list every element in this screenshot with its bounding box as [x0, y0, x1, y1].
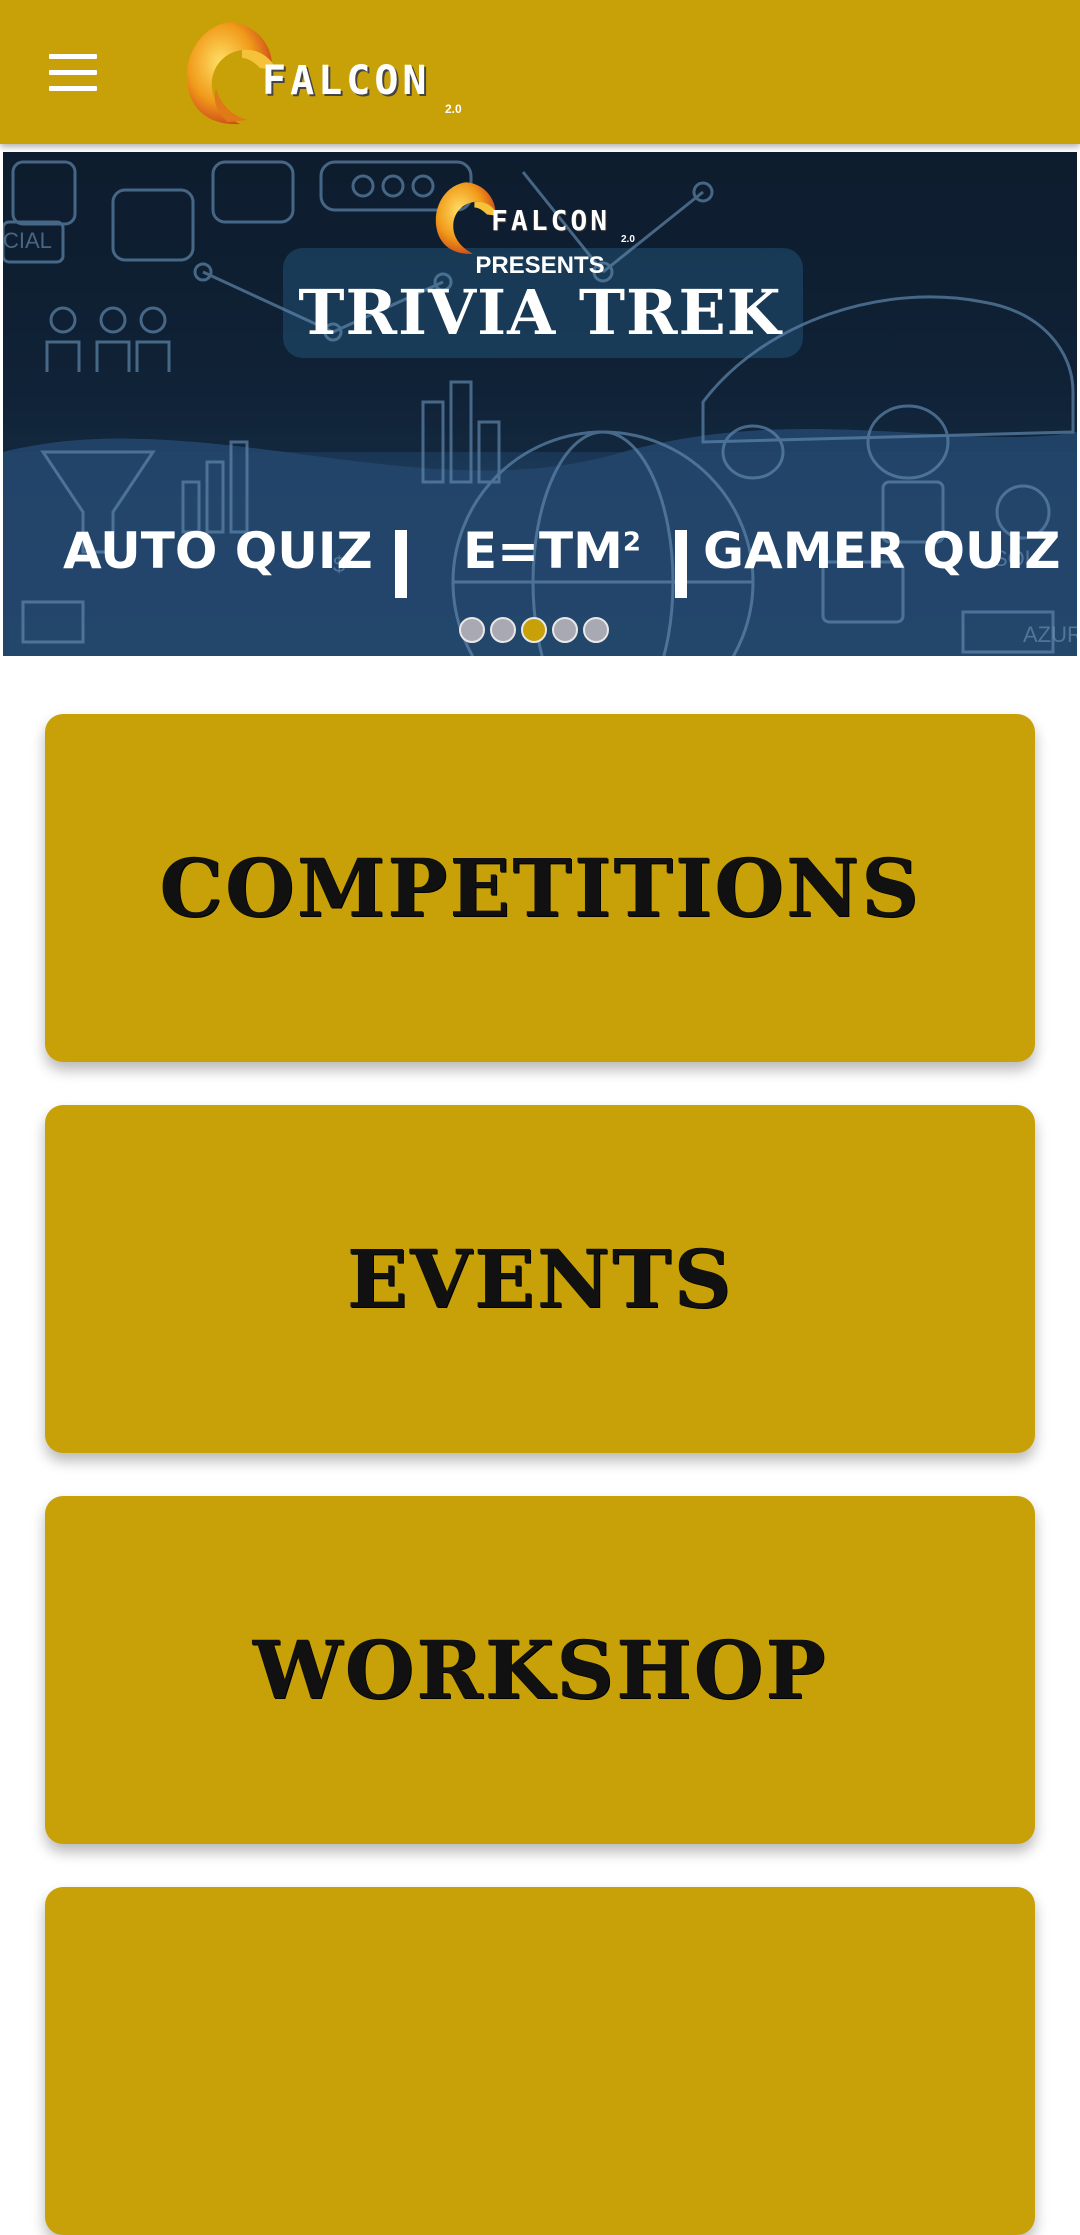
- workshop-label: WORKSHOP: [252, 1623, 828, 1717]
- competitions-card[interactable]: COMPETITIONS: [45, 714, 1035, 1062]
- workshop-card[interactable]: WORKSHOP: [45, 1496, 1035, 1844]
- carousel-dot-2[interactable]: [490, 617, 516, 643]
- events-card[interactable]: EVENTS: [45, 1105, 1035, 1453]
- banner-falcon-logo: FALCON 2.0: [431, 178, 651, 258]
- banner-logo-version: 2.0: [621, 234, 635, 245]
- logo-text: FALCON: [262, 58, 431, 104]
- logo-version: 2.0: [445, 102, 462, 116]
- banner-separator: [675, 530, 687, 598]
- promo-banner-carousel[interactable]: CIAL SOL AZUR $ FALCON 2.0 PRESENTS TRIV…: [3, 152, 1077, 656]
- app-bar: FALCON 2.0: [0, 0, 1080, 144]
- svg-text:CIAL: CIAL: [3, 228, 52, 253]
- partially-visible-card[interactable]: [45, 1887, 1035, 2235]
- banner-item-gamer-quiz: GAMER QUIZ: [703, 522, 1061, 580]
- banner-item-etm: E=TM2: [463, 522, 642, 580]
- events-label: EVENTS: [346, 1232, 734, 1326]
- hamburger-menu-icon[interactable]: [40, 46, 106, 100]
- banner-separator: [395, 530, 407, 598]
- banner-logo-text: FALCON: [491, 204, 611, 237]
- svg-text:AZUR: AZUR: [1023, 622, 1077, 647]
- banner-item-auto-quiz: AUTO QUIZ: [63, 522, 373, 580]
- competitions-label: COMPETITIONS: [159, 841, 921, 935]
- falcon-logo[interactable]: FALCON 2.0: [180, 18, 480, 128]
- carousel-dot-4[interactable]: [552, 617, 578, 643]
- banner-title: TRIVIA TREK: [298, 276, 782, 349]
- carousel-dot-5[interactable]: [583, 617, 609, 643]
- carousel-dot-3-active[interactable]: [521, 617, 547, 643]
- carousel-dot-1[interactable]: [459, 617, 485, 643]
- banner-item-superscript: 2: [622, 527, 642, 558]
